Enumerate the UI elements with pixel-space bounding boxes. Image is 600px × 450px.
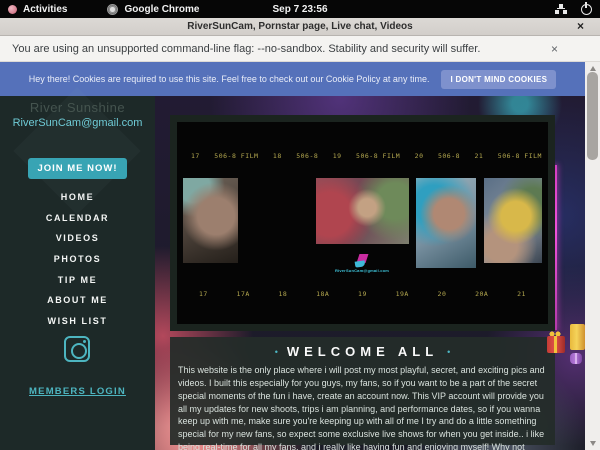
cookie-message: Hey there! Cookies are required to use t… (29, 74, 430, 84)
profile-name: River Sunshine (0, 100, 155, 115)
film-frame-number: 21 (517, 290, 526, 298)
video-thumbnail-3[interactable] (316, 178, 409, 244)
film-frame-number: 19 (358, 290, 367, 298)
film-mark: 506-8 FILM (214, 152, 258, 160)
scroll-up-arrow-icon[interactable] (590, 66, 596, 71)
power-icon[interactable] (581, 4, 592, 15)
video-thumbnail-2[interactable] (246, 178, 308, 268)
network-icon[interactable] (555, 4, 567, 14)
video-thumbnail-3-wrap: RiverSunCam@gmail.com (316, 178, 409, 278)
film-mark: 17 (191, 152, 200, 160)
photo-carousel: 17 506-8 FILM 18 506-8 19 506-8 FILM 20 … (170, 115, 555, 331)
sidebar-item-videos[interactable]: VIDEOS (0, 228, 155, 249)
welcome-heading-row: • WELCOME ALL • (170, 344, 555, 359)
film-frame-number: 17A (237, 290, 250, 298)
window-close-icon[interactable]: × (577, 19, 584, 33)
video-thumbnail-4[interactable] (416, 178, 476, 268)
film-frame-number: 18A (316, 290, 329, 298)
film-frame-number: 17 (199, 290, 208, 298)
logo-watermark-text: RiverSunCam@gmail.com (335, 268, 389, 273)
gnome-top-bar: Activities Google Chrome Sep 7 23:56 (0, 0, 600, 18)
chrome-infobar: You are using an unsupported command-lin… (0, 36, 600, 62)
film-mark: 506-8 FILM (498, 152, 542, 160)
gift-purple-icon (570, 353, 582, 364)
thumbnail-row: RiverSunCam@gmail.com (183, 178, 542, 278)
sidebar-item-home[interactable]: HOME (0, 187, 155, 208)
site-logo: RiverSunCam@gmail.com (335, 254, 389, 273)
film-frame-number: 20 (438, 290, 447, 298)
profile-email[interactable]: RiverSunCam@gmail.com (0, 117, 155, 129)
film-frame-number: 20A (475, 290, 488, 298)
video-thumbnail-5[interactable] (484, 178, 542, 263)
sidebar-nav: HOME CALENDAR VIDEOS PHOTOS TIP ME ABOUT… (0, 187, 155, 331)
welcome-title: WELCOME ALL (287, 344, 438, 359)
window-title: RiverSunCam, Pornstar page, Live chat, V… (187, 21, 412, 32)
members-login-link[interactable]: MEMBERS LOGIN (0, 386, 155, 397)
gift-boxes-graphic (546, 322, 588, 368)
film-frame-number: 18 (279, 290, 288, 298)
welcome-paragraph: This website is the only place where i w… (178, 364, 547, 450)
video-thumbnail-1[interactable] (183, 178, 238, 263)
gift-yellow-icon (570, 324, 585, 350)
film-mark: 506-8 (438, 152, 460, 160)
scrollbar[interactable] (585, 62, 600, 450)
infobar-close-icon[interactable]: × (551, 42, 558, 56)
film-edge-markings-top: 17 506-8 FILM 18 506-8 19 506-8 FILM 20 … (191, 152, 542, 160)
cookie-accept-button[interactable]: I DON'T MIND COOKIES (441, 70, 556, 89)
scroll-down-arrow-icon[interactable] (590, 441, 596, 446)
clock[interactable]: Sep 7 23:56 (0, 4, 600, 15)
gift-red-icon (547, 336, 565, 353)
infobar-message: You are using an unsupported command-lin… (12, 43, 480, 55)
film-mark: 19 (333, 152, 342, 160)
sidebar-item-photos[interactable]: PHOTOS (0, 249, 155, 270)
sidebar-item-calendar[interactable]: CALENDAR (0, 208, 155, 229)
window-titlebar: RiverSunCam, Pornstar page, Live chat, V… (0, 18, 600, 36)
film-mark: 506-8 (296, 152, 318, 160)
site-logo-icon (355, 254, 369, 267)
sidebar-item-wish-list[interactable]: WISH LIST (0, 311, 155, 332)
welcome-section: • WELCOME ALL • This website is the only… (170, 337, 555, 445)
join-me-now-button[interactable]: JOIN ME NOW! (28, 158, 127, 179)
film-mark: 20 (415, 152, 424, 160)
heading-dot-icon: • (275, 347, 278, 357)
film-frame-number: 19A (396, 290, 409, 298)
scrollbar-thumb[interactable] (587, 72, 598, 160)
cookie-consent-bar: Hey there! Cookies are required to use t… (0, 62, 585, 96)
heading-dot-icon: • (447, 347, 450, 357)
film-mark: 506-8 FILM (356, 152, 400, 160)
sidebar-item-about-me[interactable]: ABOUT ME (0, 290, 155, 311)
instagram-camera-icon[interactable] (64, 336, 90, 362)
film-mark: 21 (475, 152, 484, 160)
film-frame-numbers-bottom: 17 17A 18 18A 19 19A 20 20A 21 (199, 290, 526, 298)
sidebar: River Sunshine RiverSunCam@gmail.com JOI… (0, 96, 155, 450)
sidebar-item-tip-me[interactable]: TIP ME (0, 269, 155, 290)
film-mark: 18 (273, 152, 282, 160)
